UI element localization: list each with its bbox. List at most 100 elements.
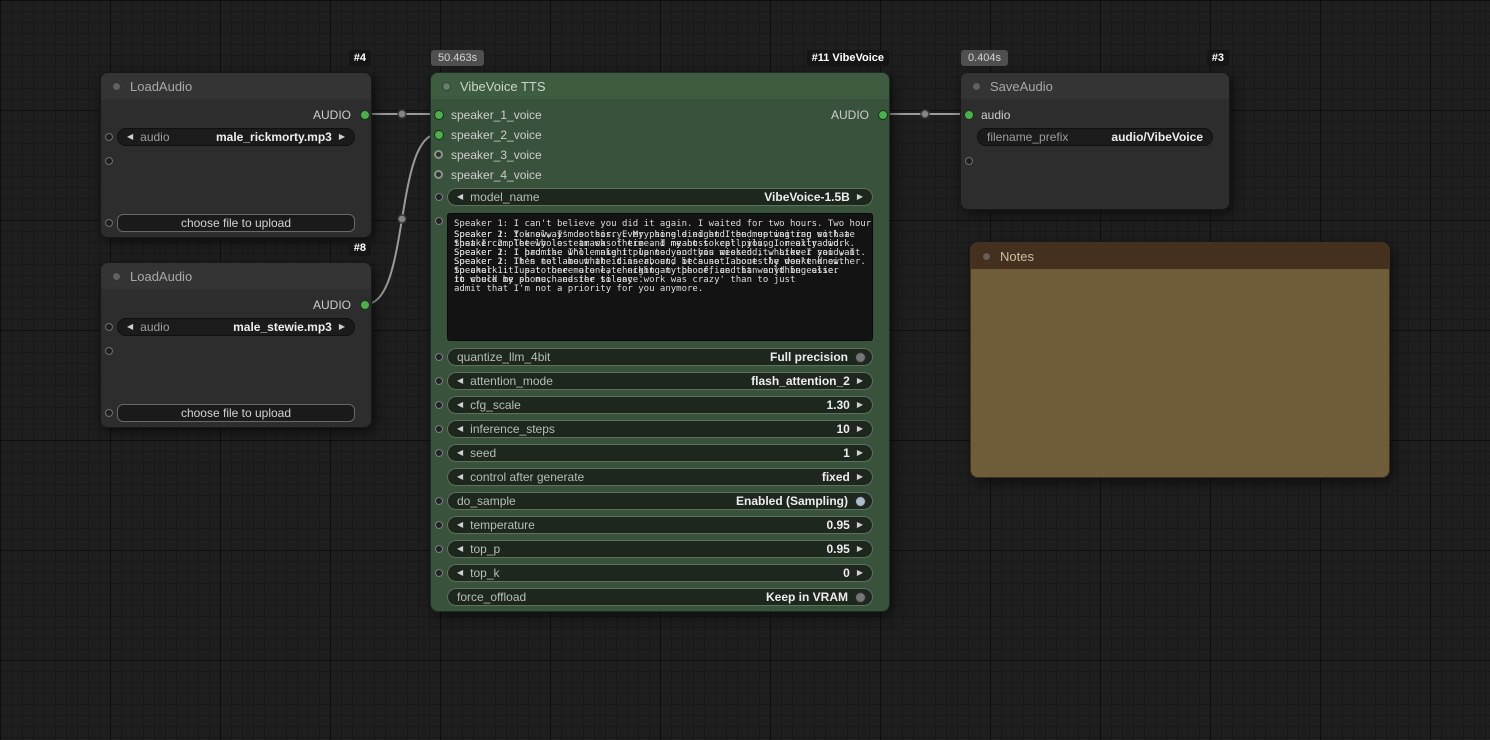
widget-input-slot[interactable] bbox=[435, 497, 443, 505]
decrement-arrow-icon[interactable]: ◀ bbox=[457, 401, 463, 409]
decrement-arrow-icon[interactable]: ◀ bbox=[457, 193, 463, 201]
widget-value: audio/VibeVoice bbox=[1111, 130, 1203, 144]
loadaudio-node-8[interactable]: #8 LoadAudio AUDIO ◀ audio male_stewie.m… bbox=[100, 240, 372, 428]
widget-input-slot[interactable] bbox=[435, 217, 443, 225]
widget-input-slot[interactable] bbox=[435, 377, 443, 385]
decrement-arrow-icon[interactable]: ◀ bbox=[457, 545, 463, 553]
decrement-arrow-icon[interactable]: ◀ bbox=[457, 521, 463, 529]
widget-input-slot[interactable] bbox=[435, 569, 443, 577]
notes-node[interactable]: Notes bbox=[970, 242, 1390, 478]
audio-file-widget[interactable]: ◀ audio male_rickmorty.mp3 ▶ bbox=[117, 128, 355, 146]
widget-input-slot[interactable] bbox=[435, 193, 443, 201]
input-dot[interactable] bbox=[434, 110, 444, 120]
increment-arrow-icon[interactable]: ▶ bbox=[857, 193, 863, 201]
decrement-arrow-icon[interactable]: ◀ bbox=[457, 473, 463, 481]
collapse-dot[interactable] bbox=[982, 251, 991, 261]
audio-output-slot[interactable]: AUDIO bbox=[313, 296, 371, 314]
increment-arrow-icon[interactable]: ▶ bbox=[857, 545, 863, 553]
decrement-arrow-icon[interactable]: ◀ bbox=[127, 133, 133, 141]
collapse-dot[interactable] bbox=[112, 271, 121, 281]
widget-force-offload[interactable]: force_offload Keep in VRAM bbox=[447, 588, 873, 606]
choose-file-upload-button[interactable]: choose file to upload bbox=[117, 214, 355, 232]
choose-file-upload-button[interactable]: choose file to upload bbox=[117, 404, 355, 422]
widget-quantize-llm-4bit[interactable]: quantize_llm_4bit Full precision bbox=[447, 348, 873, 366]
speaker-4-voice-input-slot[interactable]: speaker_4_voice bbox=[431, 166, 542, 184]
node-header[interactable]: VibeVoice TTS bbox=[431, 73, 889, 99]
widget-input-slot[interactable] bbox=[435, 401, 443, 409]
decrement-arrow-icon[interactable]: ◀ bbox=[457, 377, 463, 385]
widget-input-slot[interactable] bbox=[105, 133, 113, 141]
node-header[interactable]: Notes bbox=[971, 243, 1389, 269]
node-id-badge: #3 bbox=[1206, 50, 1229, 66]
decrement-arrow-icon[interactable]: ◀ bbox=[457, 569, 463, 577]
increment-arrow-icon[interactable]: ▶ bbox=[857, 473, 863, 481]
collapse-dot[interactable] bbox=[442, 81, 451, 91]
widget-model-name[interactable]: ◀ model_name VibeVoice-1.5B ▶ bbox=[447, 188, 873, 206]
widget-attention-mode[interactable]: ◀ attention_mode flash_attention_2 ▶ bbox=[447, 372, 873, 390]
node-graph-canvas[interactable]: { "load_audio_4": { "id": "#4", "title":… bbox=[0, 0, 1490, 740]
widget-input-slot[interactable] bbox=[435, 353, 443, 361]
increment-arrow-icon[interactable]: ▶ bbox=[339, 323, 345, 331]
speaker-3-voice-input-slot[interactable]: speaker_3_voice bbox=[431, 146, 542, 164]
script-text-widget[interactable]: Speaker 1: I can't believe you did it ag… bbox=[447, 213, 873, 341]
widget-input-slot[interactable] bbox=[105, 347, 113, 355]
increment-arrow-icon[interactable]: ▶ bbox=[339, 133, 345, 141]
collapse-dot[interactable] bbox=[972, 81, 981, 91]
increment-arrow-icon[interactable]: ▶ bbox=[857, 401, 863, 409]
toggle-dot[interactable] bbox=[855, 351, 866, 363]
loadaudio-node-4[interactable]: #4 LoadAudio AUDIO ◀ audio male_rickmort… bbox=[100, 50, 372, 238]
decrement-arrow-icon[interactable]: ◀ bbox=[127, 323, 133, 331]
input-dot[interactable] bbox=[964, 110, 974, 120]
widget-do-sample[interactable]: do_sample Enabled (Sampling) bbox=[447, 492, 873, 510]
increment-arrow-icon[interactable]: ▶ bbox=[857, 569, 863, 577]
increment-arrow-icon[interactable]: ▶ bbox=[857, 521, 863, 529]
decrement-arrow-icon[interactable]: ◀ bbox=[457, 449, 463, 457]
decrement-arrow-icon[interactable]: ◀ bbox=[457, 425, 463, 433]
widget-input-slot[interactable] bbox=[105, 323, 113, 331]
widget-input-slot[interactable] bbox=[965, 157, 973, 165]
input-dot[interactable] bbox=[434, 130, 444, 140]
node-id-badge: #11 VibeVoice bbox=[806, 50, 889, 66]
widget-input-slot[interactable] bbox=[435, 545, 443, 553]
audio-input-slot[interactable]: audio bbox=[961, 106, 1010, 124]
audio-file-widget[interactable]: ◀ audio male_stewie.mp3 ▶ bbox=[117, 318, 355, 336]
collapse-dot[interactable] bbox=[112, 81, 121, 91]
link-dot bbox=[397, 214, 407, 224]
notes-body[interactable] bbox=[971, 269, 1389, 477]
widget-input-slot[interactable] bbox=[435, 449, 443, 457]
widget-input-slot[interactable] bbox=[435, 521, 443, 529]
widget-control-after-generate[interactable]: ◀ control after generate fixed ▶ bbox=[447, 468, 873, 486]
input-dot[interactable] bbox=[434, 150, 443, 159]
widget-seed[interactable]: ◀ seed 1 ▶ bbox=[447, 444, 873, 462]
output-dot[interactable] bbox=[878, 110, 888, 120]
widget-filename-prefix[interactable]: filename_prefix audio/VibeVoice bbox=[977, 128, 1213, 146]
increment-arrow-icon[interactable]: ▶ bbox=[857, 449, 863, 457]
node-header[interactable]: LoadAudio bbox=[101, 263, 371, 289]
widget-input-slot[interactable] bbox=[105, 409, 113, 417]
increment-arrow-icon[interactable]: ▶ bbox=[857, 377, 863, 385]
toggle-dot[interactable] bbox=[855, 495, 866, 507]
speaker-2-voice-input-slot[interactable]: speaker_2_voice bbox=[431, 126, 542, 144]
node-header[interactable]: SaveAudio bbox=[961, 73, 1229, 99]
output-dot[interactable] bbox=[360, 300, 370, 310]
vibevoice-tts-node[interactable]: 50.463s #11 VibeVoice VibeVoice TTS spea… bbox=[430, 50, 890, 612]
node-header[interactable]: LoadAudio bbox=[101, 73, 371, 99]
node-title: VibeVoice TTS bbox=[460, 78, 546, 94]
audio-output-slot[interactable]: AUDIO bbox=[831, 106, 889, 124]
input-dot[interactable] bbox=[434, 170, 443, 179]
widget-value: fixed bbox=[821, 470, 850, 484]
speaker-1-voice-input-slot[interactable]: speaker_1_voice bbox=[431, 106, 542, 124]
widget-top-p[interactable]: ◀ top_p 0.95 ▶ bbox=[447, 540, 873, 558]
widget-input-slot[interactable] bbox=[105, 219, 113, 227]
widget-top-k[interactable]: ◀ top_k 0 ▶ bbox=[447, 564, 873, 582]
widget-cfg-scale[interactable]: ◀ cfg_scale 1.30 ▶ bbox=[447, 396, 873, 414]
widget-input-slot[interactable] bbox=[105, 157, 113, 165]
output-dot[interactable] bbox=[360, 110, 370, 120]
widget-temperature[interactable]: ◀ temperature 0.95 ▶ bbox=[447, 516, 873, 534]
toggle-dot[interactable] bbox=[855, 591, 866, 603]
widget-input-slot[interactable] bbox=[435, 425, 443, 433]
saveaudio-node[interactable]: 0.404s #3 SaveAudio audio filename_prefi… bbox=[960, 50, 1230, 210]
increment-arrow-icon[interactable]: ▶ bbox=[857, 425, 863, 433]
widget-inference-steps[interactable]: ◀ inference_steps 10 ▶ bbox=[447, 420, 873, 438]
audio-output-slot[interactable]: AUDIO bbox=[313, 106, 371, 124]
